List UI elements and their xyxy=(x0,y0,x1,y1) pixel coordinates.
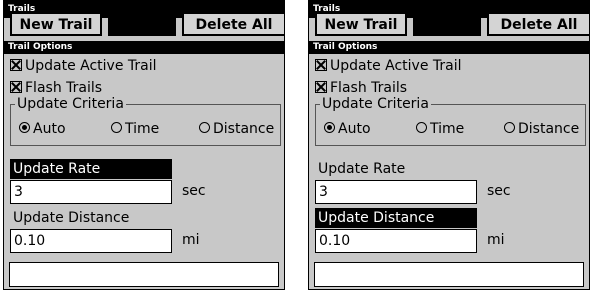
group-legend: Update Criteria xyxy=(320,95,431,113)
status-box xyxy=(314,262,584,287)
radio-unselected-icon xyxy=(199,122,210,133)
delete-all-button[interactable]: Delete All xyxy=(487,12,589,36)
radio-time[interactable]: Time xyxy=(416,120,464,138)
gps-screen-right: Trails New Trail Options Delete All Trai… xyxy=(308,0,590,290)
group-legend: Update Criteria xyxy=(15,95,126,113)
radio-unselected-icon xyxy=(111,122,122,133)
checkbox-label: Flash Trails xyxy=(330,80,408,96)
dialog-title: Trail Options xyxy=(4,41,284,54)
update-rate-label: Update Rate xyxy=(10,159,172,179)
update-active-trail-checkbox[interactable]: Update Active Trail xyxy=(10,57,157,75)
dialog-title: Trail Options xyxy=(309,41,589,54)
new-trail-button[interactable]: New Trail xyxy=(315,12,407,36)
update-criteria-group: Update Criteria Auto Time Distance xyxy=(315,95,586,146)
options-button[interactable]: Options xyxy=(413,12,481,36)
status-box xyxy=(9,262,279,287)
radio-label: Time xyxy=(430,121,465,137)
new-trail-button[interactable]: New Trail xyxy=(10,12,102,36)
update-distance-input[interactable]: 0.10 xyxy=(315,229,477,253)
radio-selected-icon xyxy=(324,122,335,133)
radio-time[interactable]: Time xyxy=(111,120,159,138)
update-distance-label: Update Distance xyxy=(13,210,130,226)
distance-unit: mi xyxy=(487,232,505,248)
checkbox-label: Update Active Trail xyxy=(25,58,157,74)
update-rate-input[interactable]: 3 xyxy=(315,180,477,204)
rate-unit: sec xyxy=(487,183,511,199)
update-distance-input[interactable]: 0.10 xyxy=(10,229,172,253)
radio-label: Distance xyxy=(213,121,275,137)
checkbox-checked-icon xyxy=(315,59,327,71)
radio-unselected-icon xyxy=(416,122,427,133)
gps-screen-left: Trails New Trail Options Delete All Trai… xyxy=(3,0,285,290)
rate-unit: sec xyxy=(182,183,206,199)
radio-unselected-icon xyxy=(504,122,515,133)
delete-all-button[interactable]: Delete All xyxy=(182,12,284,36)
checkbox-checked-icon xyxy=(10,81,22,93)
update-distance-label: Update Distance xyxy=(315,208,477,228)
update-active-trail-checkbox[interactable]: Update Active Trail xyxy=(315,57,462,75)
update-criteria-group: Update Criteria Auto Time Distance xyxy=(10,95,281,146)
checkbox-checked-icon xyxy=(315,81,327,93)
checkbox-checked-icon xyxy=(10,59,22,71)
radio-label: Auto xyxy=(338,121,371,137)
radio-auto[interactable]: Auto xyxy=(19,120,66,138)
update-rate-label: Update Rate xyxy=(318,161,406,177)
radio-distance[interactable]: Distance xyxy=(504,120,579,138)
radio-label: Auto xyxy=(33,121,66,137)
distance-unit: mi xyxy=(182,232,200,248)
radio-auto[interactable]: Auto xyxy=(324,120,371,138)
checkbox-label: Update Active Trail xyxy=(330,58,462,74)
update-rate-input[interactable]: 3 xyxy=(10,180,172,204)
options-button[interactable]: Options xyxy=(108,12,176,36)
radio-distance[interactable]: Distance xyxy=(199,120,274,138)
checkbox-label: Flash Trails xyxy=(25,80,103,96)
radio-selected-icon xyxy=(19,122,30,133)
radio-label: Time xyxy=(125,121,160,137)
radio-label: Distance xyxy=(518,121,580,137)
